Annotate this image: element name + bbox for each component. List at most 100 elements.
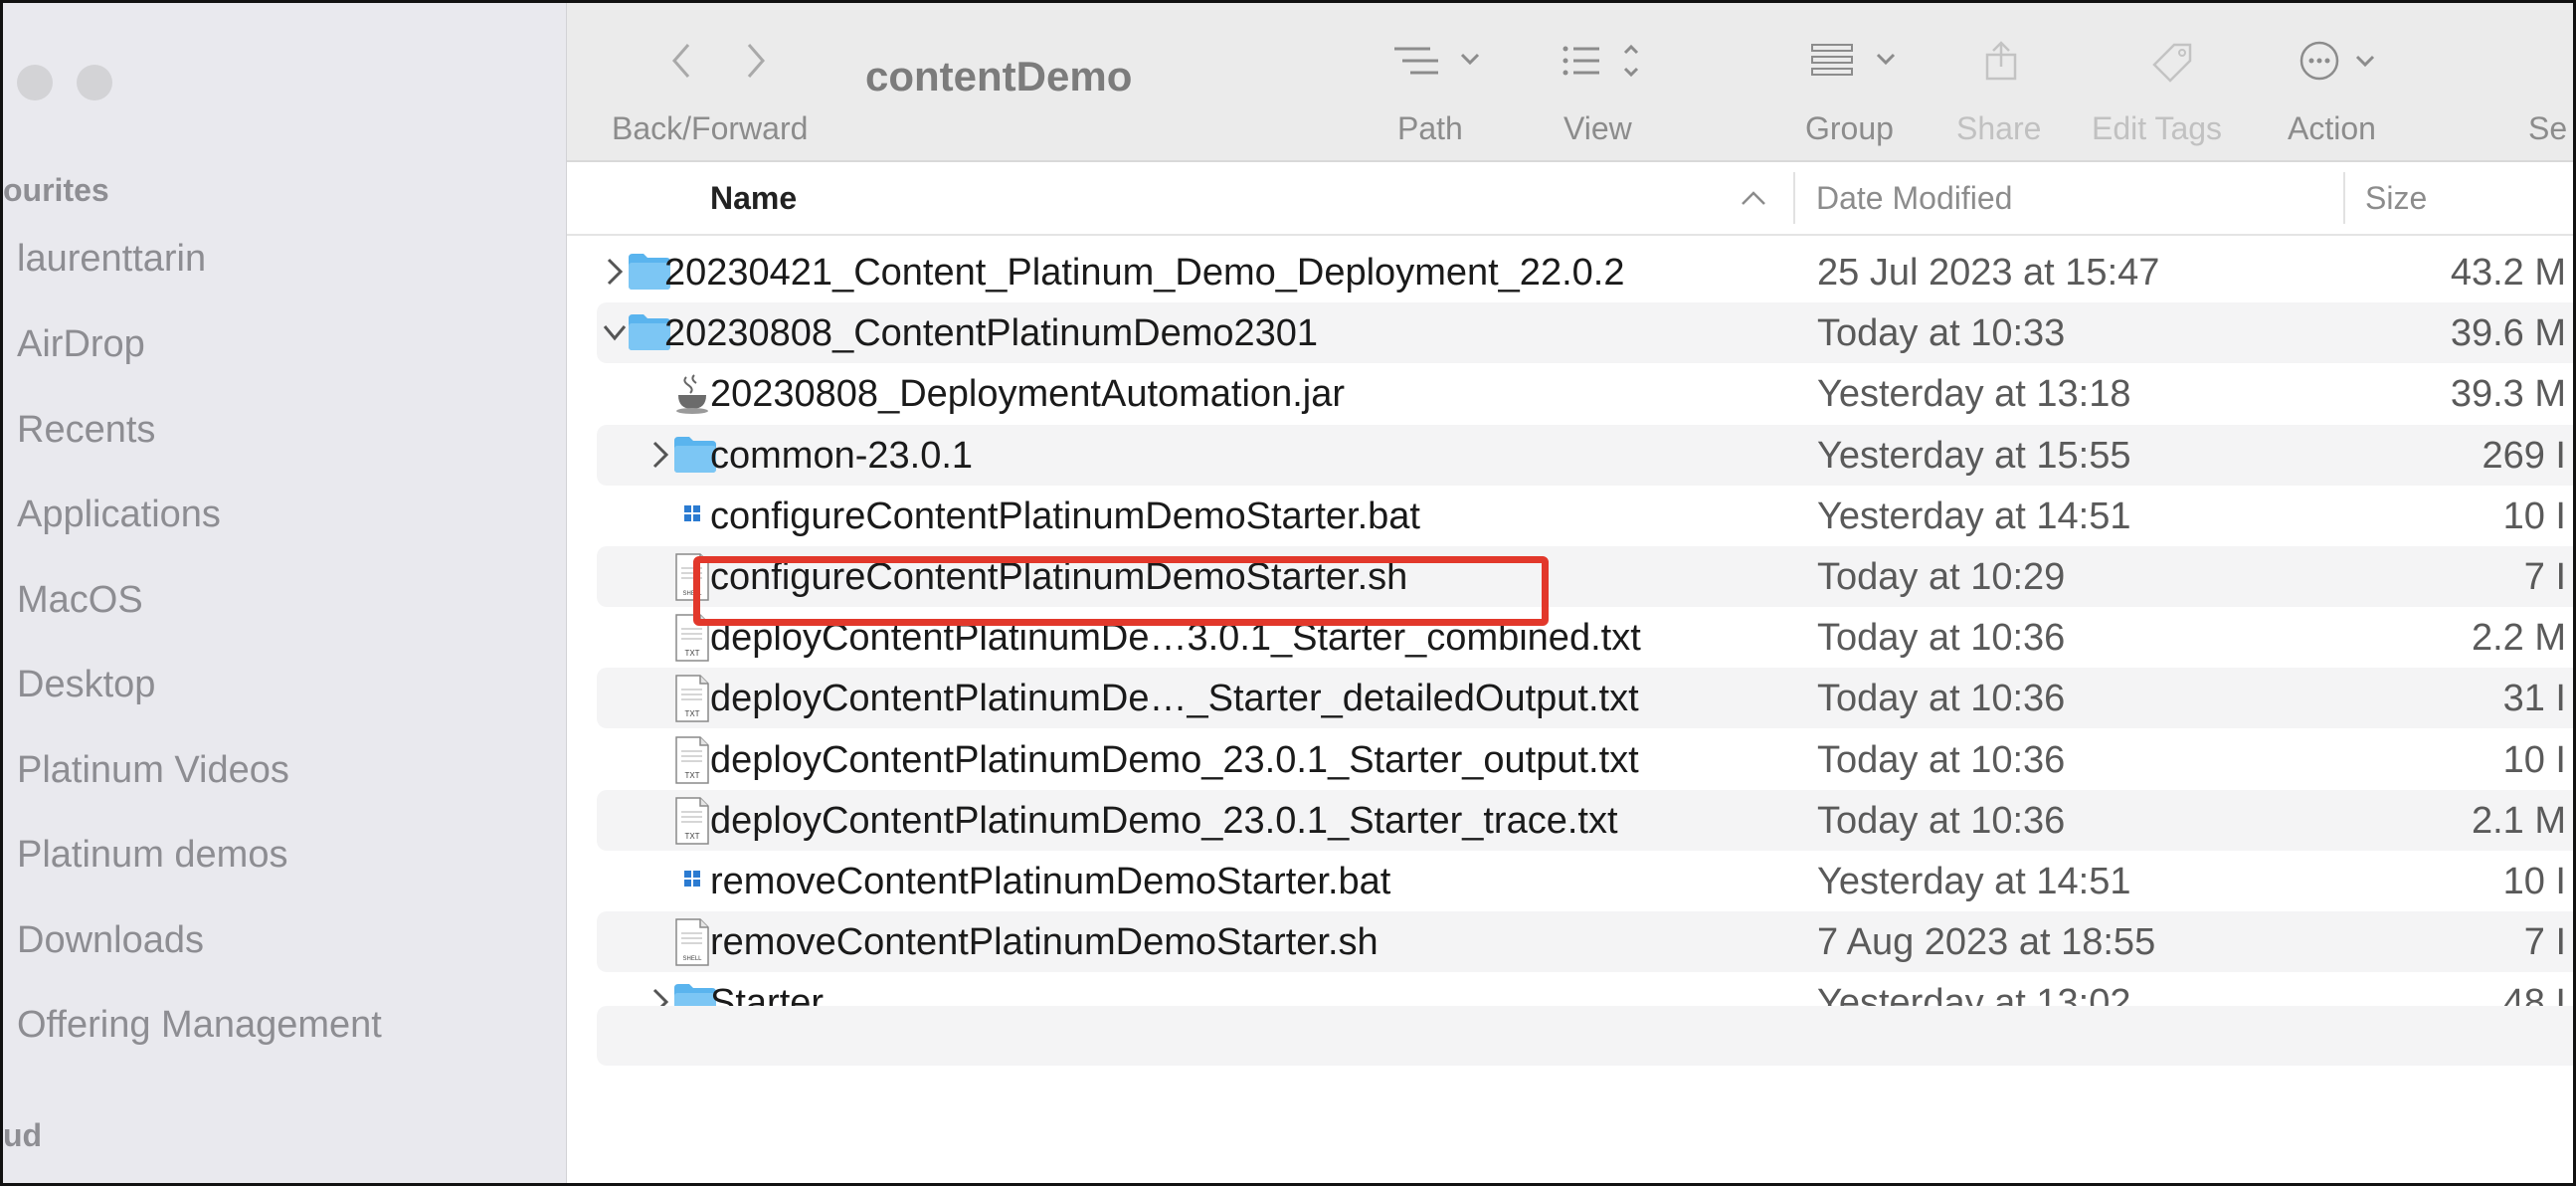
file-date-modified: Yesterday at 14:51 bbox=[1817, 861, 2131, 902]
path-label: Path bbox=[1397, 110, 1463, 146]
file-size: 10 I bbox=[2502, 494, 2566, 537]
file-row[interactable]: SHELL removeContentPlatinumDemoStarter.sh… bbox=[597, 911, 2573, 973]
action-icon[interactable] bbox=[2298, 39, 2387, 83]
file-date-modified: Yesterday at 15:55 bbox=[1817, 434, 2131, 477]
svg-text:SHELL: SHELL bbox=[682, 591, 702, 597]
sidebar-item-applications[interactable]: Applications bbox=[17, 494, 221, 536]
file-size: 269 I bbox=[2482, 434, 2566, 477]
file-size: 39.6 M bbox=[2450, 312, 2566, 355]
sidebar-item-downloads[interactable]: Downloads bbox=[17, 919, 204, 962]
file-name: removeContentPlatinumDemoStarter.bat bbox=[710, 861, 1391, 902]
file-size: 2.1 M bbox=[2471, 799, 2566, 842]
file-name: configureContentPlatinumDemoStarter.bat bbox=[710, 494, 1420, 537]
file-date-modified: Today at 10:33 bbox=[1817, 312, 2066, 355]
file-row[interactable]: 20230808_DeploymentAutomation.jar Yesterd… bbox=[597, 363, 2573, 424]
file-date-modified: Today at 10:36 bbox=[1817, 678, 2066, 720]
back-forward-label: Back/Forward bbox=[612, 110, 809, 146]
path-icon[interactable] bbox=[1390, 39, 1490, 83]
column-size-header[interactable]: Size bbox=[2365, 180, 2427, 217]
sort-ascending-icon[interactable] bbox=[1739, 188, 1768, 208]
text-file-icon: TXT bbox=[675, 797, 709, 845]
file-row[interactable]: 20230808_ContentPlatinumDemo2301 Today at… bbox=[597, 302, 2573, 364]
file-size: 10 I bbox=[2502, 861, 2566, 902]
file-row[interactable]: SHELL configureContentPlatinumDemoStarter… bbox=[597, 546, 2573, 607]
edit-tags-label: Edit Tags bbox=[2092, 110, 2223, 146]
file-size: 39.3 M bbox=[2450, 373, 2566, 416]
file-date-modified: Today at 10:36 bbox=[1817, 738, 2066, 781]
file-date-modified: 25 Jul 2023 at 15:47 bbox=[1817, 252, 2160, 294]
file-name: deployContentPlatinumDe…_Starter_detaile… bbox=[710, 678, 1639, 720]
view-list-icon[interactable] bbox=[1560, 39, 1659, 83]
shell-script-icon: SHELL bbox=[675, 918, 709, 966]
svg-text:TXT: TXT bbox=[684, 709, 699, 718]
file-name: 20230421_Content_Platinum_Demo_Deploymen… bbox=[664, 252, 1625, 294]
sidebar-item-laurenttarin[interactable]: laurenttarin bbox=[17, 238, 206, 281]
forward-icon[interactable] bbox=[741, 39, 771, 83]
group-label: Group bbox=[1805, 110, 1894, 146]
file-size: 7 I bbox=[2523, 556, 2566, 598]
sidebar-item-platinum-videos[interactable]: Platinum Videos bbox=[17, 749, 289, 792]
finder-window: ourites laurenttarin AirDrop Recents App… bbox=[0, 0, 2576, 1186]
sidebar-item-recents[interactable]: Recents bbox=[17, 409, 155, 452]
file-size: 2.2 M bbox=[2471, 617, 2566, 660]
file-date-modified: Today at 10:29 bbox=[1817, 556, 2066, 598]
file-name: removeContentPlatinumDemoStarter.sh bbox=[710, 921, 1379, 964]
file-size: 43.2 M bbox=[2450, 252, 2566, 294]
file-row[interactable]: TXT deployContentPlatinumDe…_Starter_deta… bbox=[597, 668, 2573, 729]
column-name-header[interactable]: Name bbox=[710, 180, 797, 217]
column-date-header[interactable]: Date Modified bbox=[1816, 180, 2012, 217]
file-name: 20230808_DeploymentAutomation.jar bbox=[710, 373, 1345, 416]
file-size: 10 I bbox=[2502, 738, 2566, 781]
sidebar-item-airdrop[interactable]: AirDrop bbox=[17, 323, 145, 366]
file-name: configureContentPlatinumDemoStarter.sh bbox=[710, 556, 1408, 598]
file-row[interactable]: 20230421_Content_Platinum_Demo_Deploymen… bbox=[597, 242, 2573, 302]
window-control-button[interactable] bbox=[17, 65, 53, 100]
tag-icon[interactable] bbox=[2148, 39, 2198, 83]
file-name: deployContentPlatinumDemo_23.0.1_Starter… bbox=[710, 799, 1618, 842]
action-label: Action bbox=[2288, 110, 2376, 146]
file-row[interactable]: configureContentPlatinumDemoStarter.bat Y… bbox=[597, 486, 2573, 546]
search-label: Se bbox=[2528, 110, 2568, 146]
svg-text:TXT: TXT bbox=[684, 832, 699, 841]
text-file-icon: TXT bbox=[675, 675, 709, 723]
shell-script-icon: SHELL bbox=[675, 553, 709, 601]
text-file-icon: TXT bbox=[675, 614, 709, 662]
empty-row bbox=[597, 1006, 2573, 1066]
sidebar-item-macos[interactable]: MacOS bbox=[17, 579, 143, 622]
file-name: 20230808_ContentPlatinumDemo2301 bbox=[664, 312, 1319, 355]
group-icon[interactable] bbox=[1808, 39, 1908, 83]
file-size: 31 I bbox=[2502, 678, 2566, 720]
share-icon[interactable] bbox=[1981, 39, 2021, 83]
sidebar-item-offering-management[interactable]: Offering Management bbox=[17, 1004, 382, 1047]
sidebar-item-platinum-demos[interactable]: Platinum demos bbox=[17, 834, 287, 877]
svg-text:TXT: TXT bbox=[684, 649, 699, 658]
toolbar: Back/Forward contentDemo Path View Group bbox=[567, 3, 2573, 162]
file-row[interactable]: TXT deployContentPlatinumDemo_23.0.1_Star… bbox=[597, 789, 2573, 851]
column-divider bbox=[1793, 172, 1795, 224]
file-size: 7 I bbox=[2523, 921, 2566, 964]
window-title: contentDemo bbox=[865, 53, 1133, 99]
java-jar-icon bbox=[676, 374, 708, 415]
file-name: deployContentPlatinumDemo_23.0.1_Starter… bbox=[710, 738, 1639, 781]
text-file-icon: TXT bbox=[675, 735, 709, 784]
file-row[interactable]: TXT deployContentPlatinumDe…3.0.1_Starter… bbox=[597, 607, 2573, 668]
file-date-modified: Today at 10:36 bbox=[1817, 617, 2066, 660]
svg-text:SHELL: SHELL bbox=[682, 956, 702, 962]
file-row[interactable]: common-23.0.1 Yesterday at 15:55 269 I bbox=[597, 424, 2573, 486]
back-icon[interactable] bbox=[666, 39, 696, 83]
windows-batch-icon bbox=[684, 871, 700, 887]
sidebar-item-desktop[interactable]: Desktop bbox=[17, 664, 155, 706]
column-divider bbox=[2343, 172, 2345, 224]
file-row[interactable]: TXT deployContentPlatinumDemo_23.0.1_Star… bbox=[597, 729, 2573, 790]
file-list: 20230421_Content_Platinum_Demo_Deploymen… bbox=[567, 240, 2573, 1183]
window-control-button[interactable] bbox=[77, 65, 112, 100]
sidebar-favourites-heading: ourites bbox=[3, 172, 109, 208]
file-name: common-23.0.1 bbox=[710, 434, 974, 477]
view-label: View bbox=[1564, 110, 1632, 146]
windows-batch-icon bbox=[684, 504, 700, 521]
column-header: Name Date Modified Size bbox=[567, 162, 2573, 236]
svg-text:TXT: TXT bbox=[684, 771, 699, 780]
share-label: Share bbox=[1956, 110, 2042, 146]
file-date-modified: Yesterday at 14:51 bbox=[1817, 494, 2131, 537]
file-row[interactable]: removeContentPlatinumDemoStarter.bat Yest… bbox=[597, 851, 2573, 911]
